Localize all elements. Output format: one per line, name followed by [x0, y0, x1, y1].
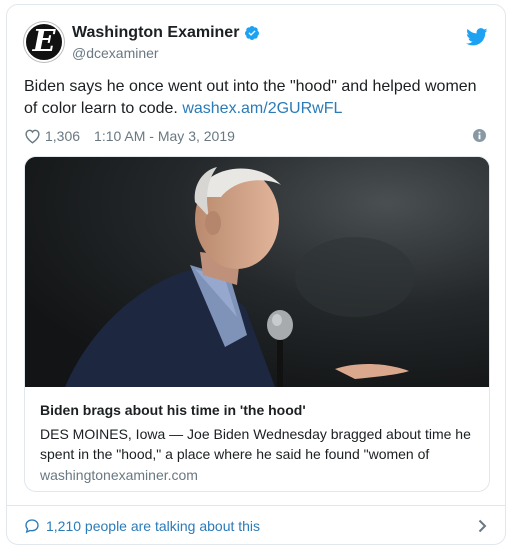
author-name[interactable]: Washington Examiner	[72, 24, 239, 42]
card-image	[25, 157, 489, 387]
link-card[interactable]: Biden brags about his time in 'the hood'…	[24, 156, 490, 492]
avatar[interactable]: E	[24, 22, 64, 62]
name-row: Washington Examiner	[72, 24, 260, 42]
conversation-link[interactable]: 1,210 people are talking about this	[7, 505, 505, 545]
tweet-link[interactable]: washex.am/2GURwFL	[182, 100, 342, 117]
author-handle[interactable]: @dcexaminer	[72, 45, 260, 61]
avatar-letter: E	[32, 24, 56, 59]
card-domain: washingtonexaminer.com	[40, 467, 198, 483]
verified-icon	[245, 26, 260, 40]
card-photo	[25, 157, 489, 387]
conversation-count: 1,210 people are talking about this	[46, 517, 261, 534]
like-count[interactable]: 1,306	[45, 128, 80, 144]
author-block: Washington Examiner @dcexaminer	[72, 24, 260, 61]
embedded-tweet: E Washington Examiner @dcexaminer Biden …	[6, 4, 506, 545]
twitter-icon[interactable]	[466, 28, 488, 46]
timestamp[interactable]: 1:10 AM - May 3, 2019	[94, 128, 235, 144]
tweet-meta: 1,306 1:10 AM - May 3, 2019	[24, 126, 488, 146]
card-description: DES MOINES, Iowa — Joe Biden Wednesday b…	[40, 426, 471, 462]
chevron-right-icon	[478, 519, 487, 533]
tweet-text: Biden says he once went out into the "ho…	[24, 76, 490, 120]
info-icon[interactable]	[473, 129, 486, 142]
card-title: Biden brags about his time in 'the hood'	[40, 402, 306, 418]
comment-icon	[25, 518, 39, 533]
card-body: Biden brags about his time in 'the hood'…	[40, 400, 476, 483]
tweet-header: E Washington Examiner @dcexaminer	[24, 22, 488, 68]
heart-icon[interactable]	[24, 128, 41, 144]
